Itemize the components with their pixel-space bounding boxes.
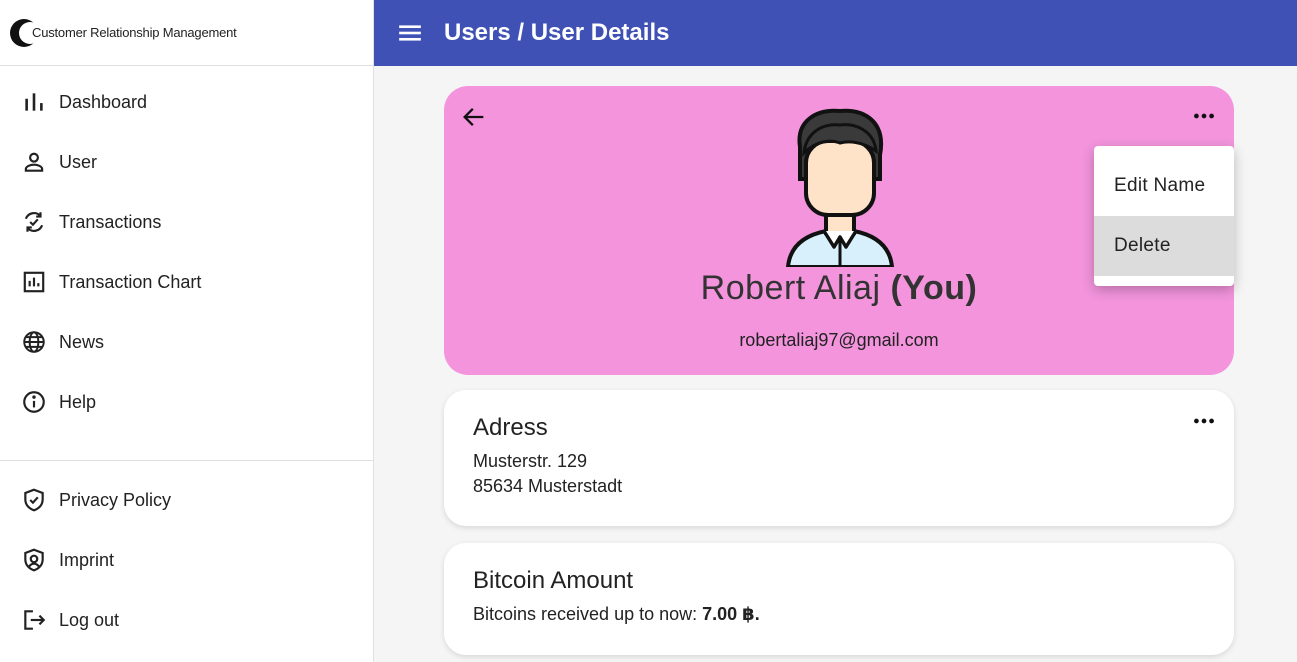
bitcoin-card: Bitcoin Amount Bitcoins received up to n… [444,543,1234,655]
sidebar-item-dashboard[interactable]: Dashboard [0,72,373,132]
info-icon [20,388,48,416]
sidebar-item-imprint[interactable]: Imprint [0,530,373,590]
you-label: (You) [890,269,978,307]
sidebar-item-help[interactable]: Help [0,372,373,432]
address-title: Adress [473,414,548,441]
sidebar-item-label: Log out [59,609,120,630]
bitcoin-label: Bitcoins received up to now: [473,604,698,624]
bitcoin-amount: 7.00 ฿. [702,604,760,624]
sidebar-divider [0,460,373,461]
sidebar-item-label: News [59,331,105,352]
menu-icon[interactable] [396,19,424,47]
sidebar-item-label: Transaction Chart [59,271,202,292]
bitcoin-text: Bitcoins received up to now: 7.00 ฿. [473,604,760,625]
sidebar-item-label: Dashboard [59,91,148,112]
sidebar: Customer Relationship Management Dashboa… [0,0,374,662]
sidebar-item-transaction-chart[interactable]: Transaction Chart [0,252,373,312]
profile-email: robertaliaj97@gmail.com [739,330,939,350]
user-name: Robert Aliaj [700,269,881,307]
more-options-icon[interactable] [1190,407,1218,435]
app-logo[interactable]: Customer Relationship Management [0,0,373,66]
address-street: Musterstr. 129 [473,451,588,471]
sidebar-item-label: Privacy Policy [59,489,172,510]
sidebar-item-news[interactable]: News [0,312,373,372]
sidebar-item-label: User [59,151,98,172]
sidebar-item-transactions[interactable]: Transactions [0,192,373,252]
back-arrow-icon[interactable] [460,103,488,131]
sidebar-bottom-nav: Privacy Policy Imprint Log out [0,470,373,650]
menu-item-delete[interactable]: Delete [1094,216,1234,276]
address-city: 85634 Musterstadt [473,476,623,496]
sync-check-icon [20,208,48,236]
globe-icon [20,328,48,356]
more-options-icon[interactable] [1190,102,1218,130]
person-icon [20,148,48,176]
sidebar-item-user[interactable]: User [0,132,373,192]
bitcoin-title: Bitcoin Amount [473,567,634,594]
top-app-bar: Users / User Details [374,0,1297,66]
page-title: Users / User Details [444,19,670,46]
sidebar-item-log-out[interactable]: Log out [0,590,373,650]
chart-box-icon [20,268,48,296]
avatar [785,108,895,267]
menu-item-edit-name[interactable]: Edit Name [1094,156,1234,216]
sidebar-item-label: Imprint [59,549,115,570]
options-menu: Edit Name Delete [1094,146,1234,286]
sidebar-nav: Dashboard User Transactions Transaction … [0,66,373,432]
address-card: Adress Musterstr. 129 85634 Musterstadt [444,390,1234,526]
sidebar-item-label: Help [59,391,97,412]
logo-text: Customer Relationship Management [32,25,237,40]
logout-icon [20,606,48,634]
sidebar-item-privacy-policy[interactable]: Privacy Policy [0,470,373,530]
shield-check-icon [20,486,48,514]
shield-person-icon [20,546,48,574]
sidebar-item-label: Transactions [59,211,162,232]
bar-chart-icon [20,88,48,116]
